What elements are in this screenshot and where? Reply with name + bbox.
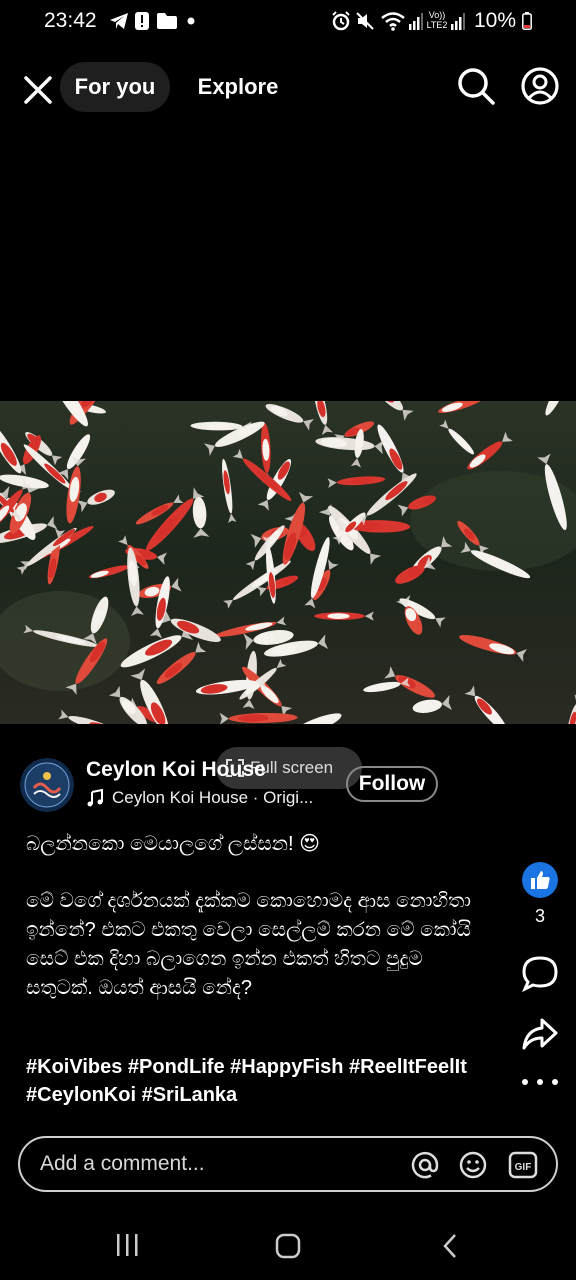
share-icon bbox=[522, 1018, 558, 1050]
recent-apps-icon[interactable] bbox=[112, 1232, 142, 1258]
like-button[interactable] bbox=[522, 862, 558, 898]
svg-text:GIF: GIF bbox=[515, 1162, 532, 1173]
profile-button[interactable] bbox=[518, 64, 562, 108]
like-count: 3 bbox=[534, 906, 545, 926]
system-nav-bar bbox=[0, 1210, 576, 1280]
search-icon bbox=[458, 68, 495, 105]
profile-icon bbox=[521, 67, 559, 105]
audio-row[interactable]: Ceylon Koi House · Origi... bbox=[86, 788, 313, 808]
share-button[interactable] bbox=[520, 1014, 560, 1054]
telegram-icon bbox=[108, 10, 130, 32]
comment-button[interactable] bbox=[520, 954, 560, 994]
avatar[interactable] bbox=[20, 758, 74, 812]
mention-icon[interactable] bbox=[410, 1150, 440, 1180]
post-caption: බලන්නකො මෙයාලගේ ලස්සන! 😍 මේ වගේ දර්ශනයක්… bbox=[26, 830, 486, 1003]
battery-low-icon bbox=[520, 10, 534, 32]
more-dot bbox=[522, 1079, 528, 1085]
comment-icon bbox=[522, 956, 558, 993]
mute-icon bbox=[354, 10, 376, 32]
home-icon[interactable] bbox=[274, 1232, 302, 1260]
author-name[interactable]: Ceylon Koi House bbox=[86, 758, 266, 782]
gif-icon[interactable]: GIF bbox=[508, 1150, 538, 1180]
music-note-icon bbox=[87, 789, 103, 807]
comment-bar: GIF bbox=[18, 1136, 558, 1192]
signal-icon bbox=[450, 10, 466, 32]
status-time: 23:42 bbox=[44, 9, 97, 32]
network-label: Vo)) LTE2 bbox=[426, 10, 448, 30]
search-button[interactable] bbox=[454, 64, 498, 108]
comment-input[interactable] bbox=[40, 1152, 340, 1176]
caption-line1: බලන්නකො මෙයාලගේ ලස්සන! 😍 bbox=[26, 833, 320, 855]
tab-for-you[interactable]: For you bbox=[60, 62, 170, 112]
back-icon[interactable] bbox=[438, 1232, 464, 1260]
video-player[interactable] bbox=[0, 401, 576, 724]
wifi-icon bbox=[380, 10, 406, 32]
tab-explore[interactable]: Explore bbox=[186, 62, 290, 112]
thumbs-up-icon bbox=[531, 871, 550, 889]
audio-label: Ceylon Koi House · Origi... bbox=[112, 788, 314, 807]
status-bar: 23:42 Vo)) LTE2 10% bbox=[0, 0, 576, 44]
signal-icon bbox=[408, 10, 424, 32]
more-dot bbox=[537, 1079, 543, 1085]
folder-icon bbox=[156, 10, 178, 32]
alert-icon bbox=[134, 10, 150, 32]
emoji-icon[interactable] bbox=[458, 1150, 488, 1180]
more-options-button[interactable] bbox=[522, 1072, 558, 1092]
dot-icon bbox=[186, 10, 196, 32]
follow-button[interactable]: Follow bbox=[346, 766, 438, 802]
close-button[interactable] bbox=[18, 70, 58, 110]
alarm-icon bbox=[330, 10, 352, 32]
caption-body: මේ වගේ දර්ශනයක් දැක්කම කොහොමද ආස නොහිතා … bbox=[26, 890, 471, 999]
hashtags[interactable]: #KoiVibes #PondLife #HappyFish #ReelItFe… bbox=[26, 1053, 506, 1109]
close-icon bbox=[24, 76, 52, 104]
battery-percent: 10% bbox=[474, 9, 517, 32]
koi-pond-image bbox=[0, 401, 576, 724]
more-dot bbox=[552, 1079, 558, 1085]
